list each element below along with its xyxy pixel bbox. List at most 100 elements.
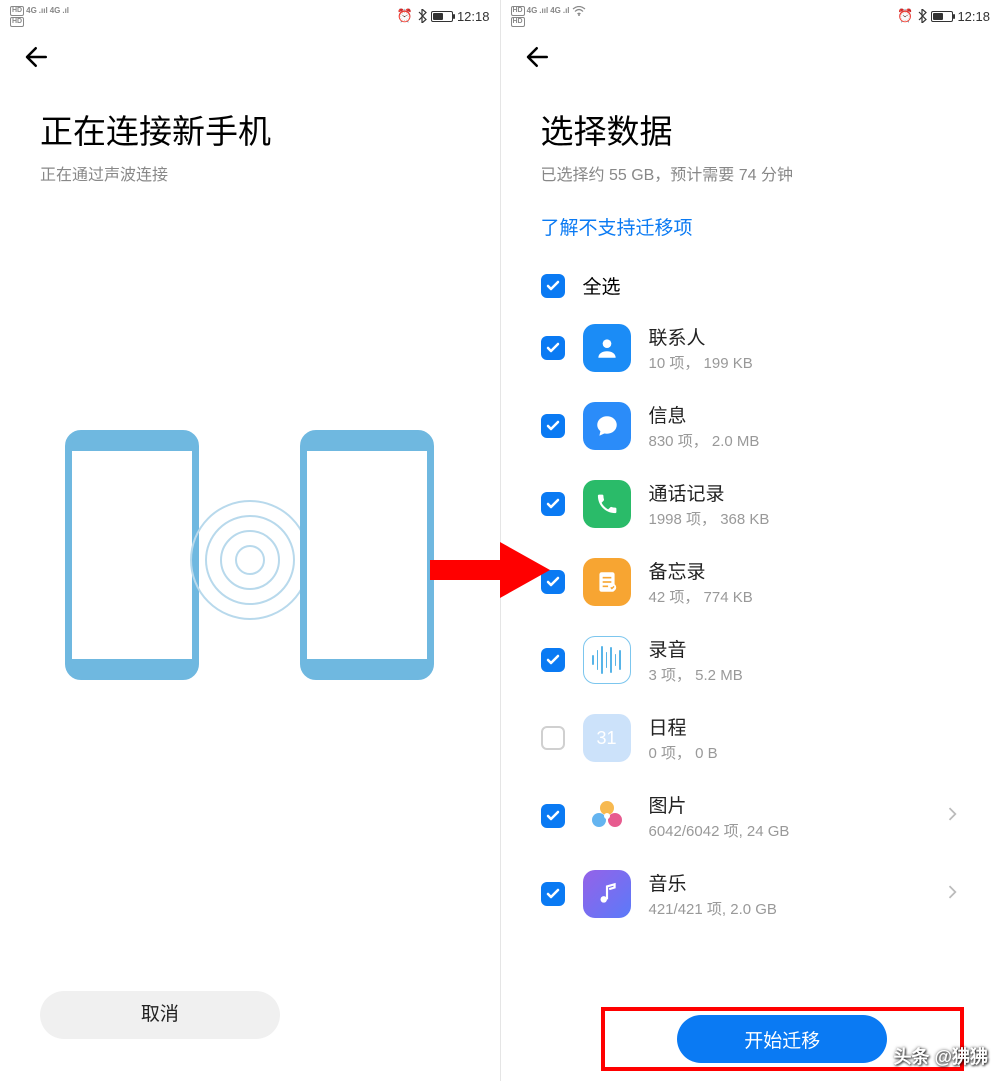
unsupported-items-link[interactable]: 了解不支持迁移项 <box>501 195 1000 248</box>
bluetooth-icon <box>417 9 427 23</box>
item-info: 图片6042/6042 项, 24 GB <box>649 791 929 841</box>
item-info: 日程0 项， 0 B <box>649 713 961 763</box>
data-item-row[interactable]: 图片6042/6042 项, 24 GB <box>541 777 961 855</box>
memo-icon <box>583 558 631 606</box>
screen-connecting: HD 4G .ııl 4G .ıl HD ⏰ 12:18 正在连接 <box>0 0 501 1081</box>
data-item-row[interactable]: 音乐421/421 项, 2.0 GB <box>541 855 961 933</box>
item-sub: 6042/6042 项, 24 GB <box>649 820 929 841</box>
net-label-1: 4G <box>26 6 37 15</box>
item-checkbox[interactable] <box>541 492 565 516</box>
page-title: 选择数据 <box>541 105 961 153</box>
item-info: 备忘录42 项， 774 KB <box>649 557 961 607</box>
screen-select-data: HD 4G .ııl 4G .ıl HD ⏰ 12:18 <box>501 0 1000 1081</box>
status-bar: HD 4G .ııl 4G .ıl HD ⏰ 12:18 <box>501 0 1000 28</box>
music-icon <box>583 870 631 918</box>
back-button[interactable] <box>501 28 557 85</box>
select-all-checkbox[interactable] <box>541 274 565 298</box>
status-left: HD 4G .ııl 4G .ıl HD <box>10 6 69 27</box>
signal-icon-2: .ıl <box>62 6 69 15</box>
start-migration-button[interactable]: 开始迁移 <box>677 1015 887 1063</box>
item-sub: 421/421 项, 2.0 GB <box>649 898 929 919</box>
item-title: 信息 <box>649 401 961 428</box>
net-label-1: 4G <box>527 6 538 15</box>
item-info: 联系人10 项， 199 KB <box>649 323 961 373</box>
messages-icon <box>583 402 631 450</box>
chevron-right-icon <box>946 807 960 826</box>
checkmark-icon <box>545 886 561 902</box>
signal-icon-1: .ııl <box>539 6 548 15</box>
signal-icon-2: .ıl <box>563 6 570 15</box>
item-title: 图片 <box>649 791 929 818</box>
item-title: 备忘录 <box>649 557 961 584</box>
status-time: 12:18 <box>457 9 490 24</box>
net-label-2: 4G <box>50 6 61 15</box>
item-sub: 830 项， 2.0 MB <box>649 430 961 451</box>
back-button[interactable] <box>0 28 56 85</box>
item-sub: 1998 项， 368 KB <box>649 508 961 529</box>
alarm-icon: ⏰ <box>397 8 413 24</box>
data-item-row[interactable]: 联系人10 项， 199 KB <box>541 309 961 387</box>
alarm-icon: ⏰ <box>897 8 913 24</box>
item-checkbox[interactable] <box>541 414 565 438</box>
recordings-icon <box>583 636 631 684</box>
status-bar: HD 4G .ııl 4G .ıl HD ⏰ 12:18 <box>0 0 500 28</box>
checkmark-icon <box>545 808 561 824</box>
back-arrow-icon <box>523 42 553 72</box>
calendar-icon: 31 <box>583 714 631 762</box>
battery-icon <box>931 11 953 22</box>
item-sub: 3 项， 5.2 MB <box>649 664 961 685</box>
checkmark-icon <box>545 340 561 356</box>
item-checkbox[interactable] <box>541 336 565 360</box>
net-label-2: 4G <box>550 6 561 15</box>
item-title: 联系人 <box>649 323 961 350</box>
data-item-row[interactable]: 录音3 项， 5.2 MB <box>541 621 961 699</box>
contacts-icon <box>583 324 631 372</box>
hd-badge-1: HD <box>10 6 24 16</box>
page-subtitle: 已选择约 55 GB，预计需要 74 分钟 <box>541 161 961 185</box>
item-sub: 0 项， 0 B <box>649 742 961 763</box>
item-title: 通话记录 <box>649 479 961 506</box>
connecting-illustration <box>0 430 500 730</box>
chevron-right-icon <box>946 885 960 904</box>
item-info: 信息830 项， 2.0 MB <box>649 401 961 451</box>
data-item-row[interactable]: 通话记录1998 项， 368 KB <box>541 465 961 543</box>
status-time: 12:18 <box>957 9 990 24</box>
hd-badge-1: HD <box>511 6 525 16</box>
watermark-text: 头条 @狒狒 <box>893 1043 988 1069</box>
phone-old-icon <box>65 430 199 680</box>
item-sub: 42 项， 774 KB <box>649 586 961 607</box>
data-item-row[interactable]: 信息830 项， 2.0 MB <box>541 387 961 465</box>
item-checkbox[interactable] <box>541 804 565 828</box>
cancel-button[interactable]: 取消 <box>40 991 280 1039</box>
item-title: 音乐 <box>649 869 929 896</box>
item-info: 音乐421/421 项, 2.0 GB <box>649 869 929 919</box>
hd-badge-2: HD <box>10 17 24 27</box>
item-info: 通话记录1998 项， 368 KB <box>649 479 961 529</box>
signal-icon-1: .ııl <box>39 6 48 15</box>
status-right: ⏰ 12:18 <box>897 8 990 24</box>
item-title: 日程 <box>649 713 961 740</box>
item-checkbox[interactable] <box>541 648 565 672</box>
page-subtitle: 正在通过声波连接 <box>40 161 460 185</box>
checkmark-icon <box>545 278 561 294</box>
bluetooth-icon <box>917 9 927 23</box>
item-checkbox[interactable] <box>541 882 565 906</box>
wifi-icon <box>572 6 586 16</box>
checkmark-icon <box>545 652 561 668</box>
item-title: 录音 <box>649 635 961 662</box>
photos-icon <box>583 792 631 840</box>
hd-badge-2: HD <box>511 17 525 27</box>
data-items-list: 联系人10 项， 199 KB 信息830 项， 2.0 MB 通话记录1998 项… <box>501 309 1000 1033</box>
item-checkbox[interactable] <box>541 726 565 750</box>
data-item-row[interactable]: 备忘录42 项， 774 KB <box>541 543 961 621</box>
status-left: HD 4G .ııl 4G .ıl HD <box>511 6 586 27</box>
battery-icon <box>431 11 453 22</box>
status-right: ⏰ 12:18 <box>397 8 490 24</box>
back-arrow-icon <box>22 42 52 72</box>
sound-wave-icon <box>200 520 300 600</box>
select-all-row[interactable]: 全选 <box>501 248 1000 309</box>
checkmark-icon <box>545 418 561 434</box>
data-item-row[interactable]: 31 日程0 项， 0 B <box>541 699 961 777</box>
red-arrow-icon <box>430 540 550 600</box>
item-info: 录音3 项， 5.2 MB <box>649 635 961 685</box>
